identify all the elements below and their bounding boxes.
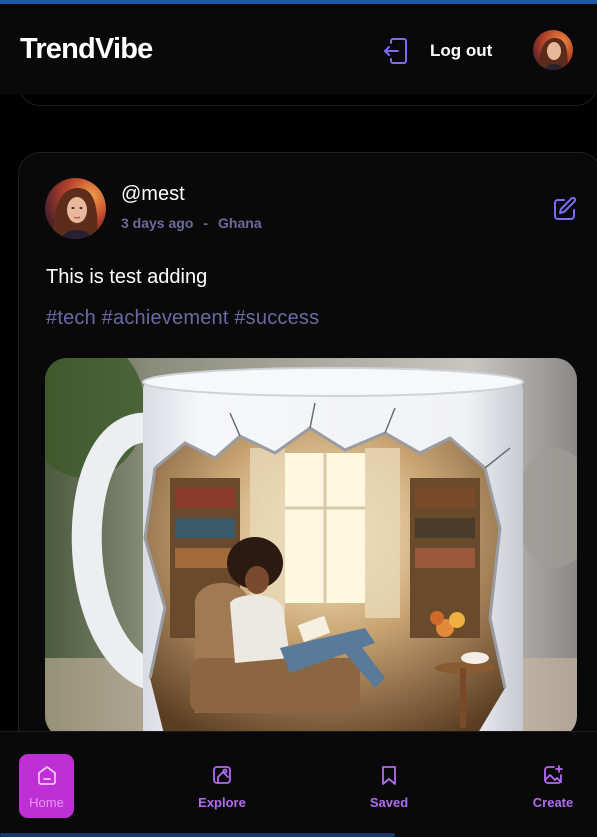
- post-username[interactable]: @mest: [121, 183, 185, 206]
- logout-button[interactable]: Log out: [382, 37, 492, 65]
- logout-label[interactable]: Log out: [430, 41, 492, 61]
- scrollbar[interactable]: [0, 833, 395, 837]
- explore-icon: [213, 766, 231, 784]
- nav-saved-label: Saved: [369, 795, 409, 810]
- nav-home[interactable]: Home: [19, 754, 74, 818]
- nav-saved[interactable]: Saved: [354, 754, 424, 818]
- post-image[interactable]: [45, 358, 577, 738]
- home-icon: [37, 766, 56, 785]
- create-image-icon: [544, 765, 563, 784]
- bookmark-icon: [382, 766, 396, 785]
- post-tags[interactable]: #tech #achievement #success: [46, 307, 319, 330]
- nav-home-label: Home: [29, 795, 64, 810]
- nav-create[interactable]: Create: [518, 754, 588, 818]
- meta-separator: -: [203, 215, 209, 231]
- post-location: Ghana: [218, 215, 262, 231]
- edit-icon[interactable]: [552, 196, 578, 222]
- user-avatar[interactable]: [533, 30, 573, 70]
- post-time: 3 days ago: [121, 215, 194, 231]
- brand-logo[interactable]: TrendVibe: [20, 33, 153, 66]
- post-author-avatar[interactable]: [45, 178, 106, 239]
- nav-explore-label: Explore: [198, 795, 246, 810]
- post-meta: 3 days ago - Ghana: [121, 215, 262, 231]
- app-header: TrendVibe Log out: [0, 4, 597, 94]
- nav-create-label: Create: [532, 795, 574, 810]
- nav-explore[interactable]: Explore: [187, 754, 257, 818]
- post-caption: This is test adding: [46, 266, 208, 288]
- logout-icon[interactable]: [382, 37, 408, 65]
- bottom-nav: Home Explore Saved Create: [0, 731, 597, 837]
